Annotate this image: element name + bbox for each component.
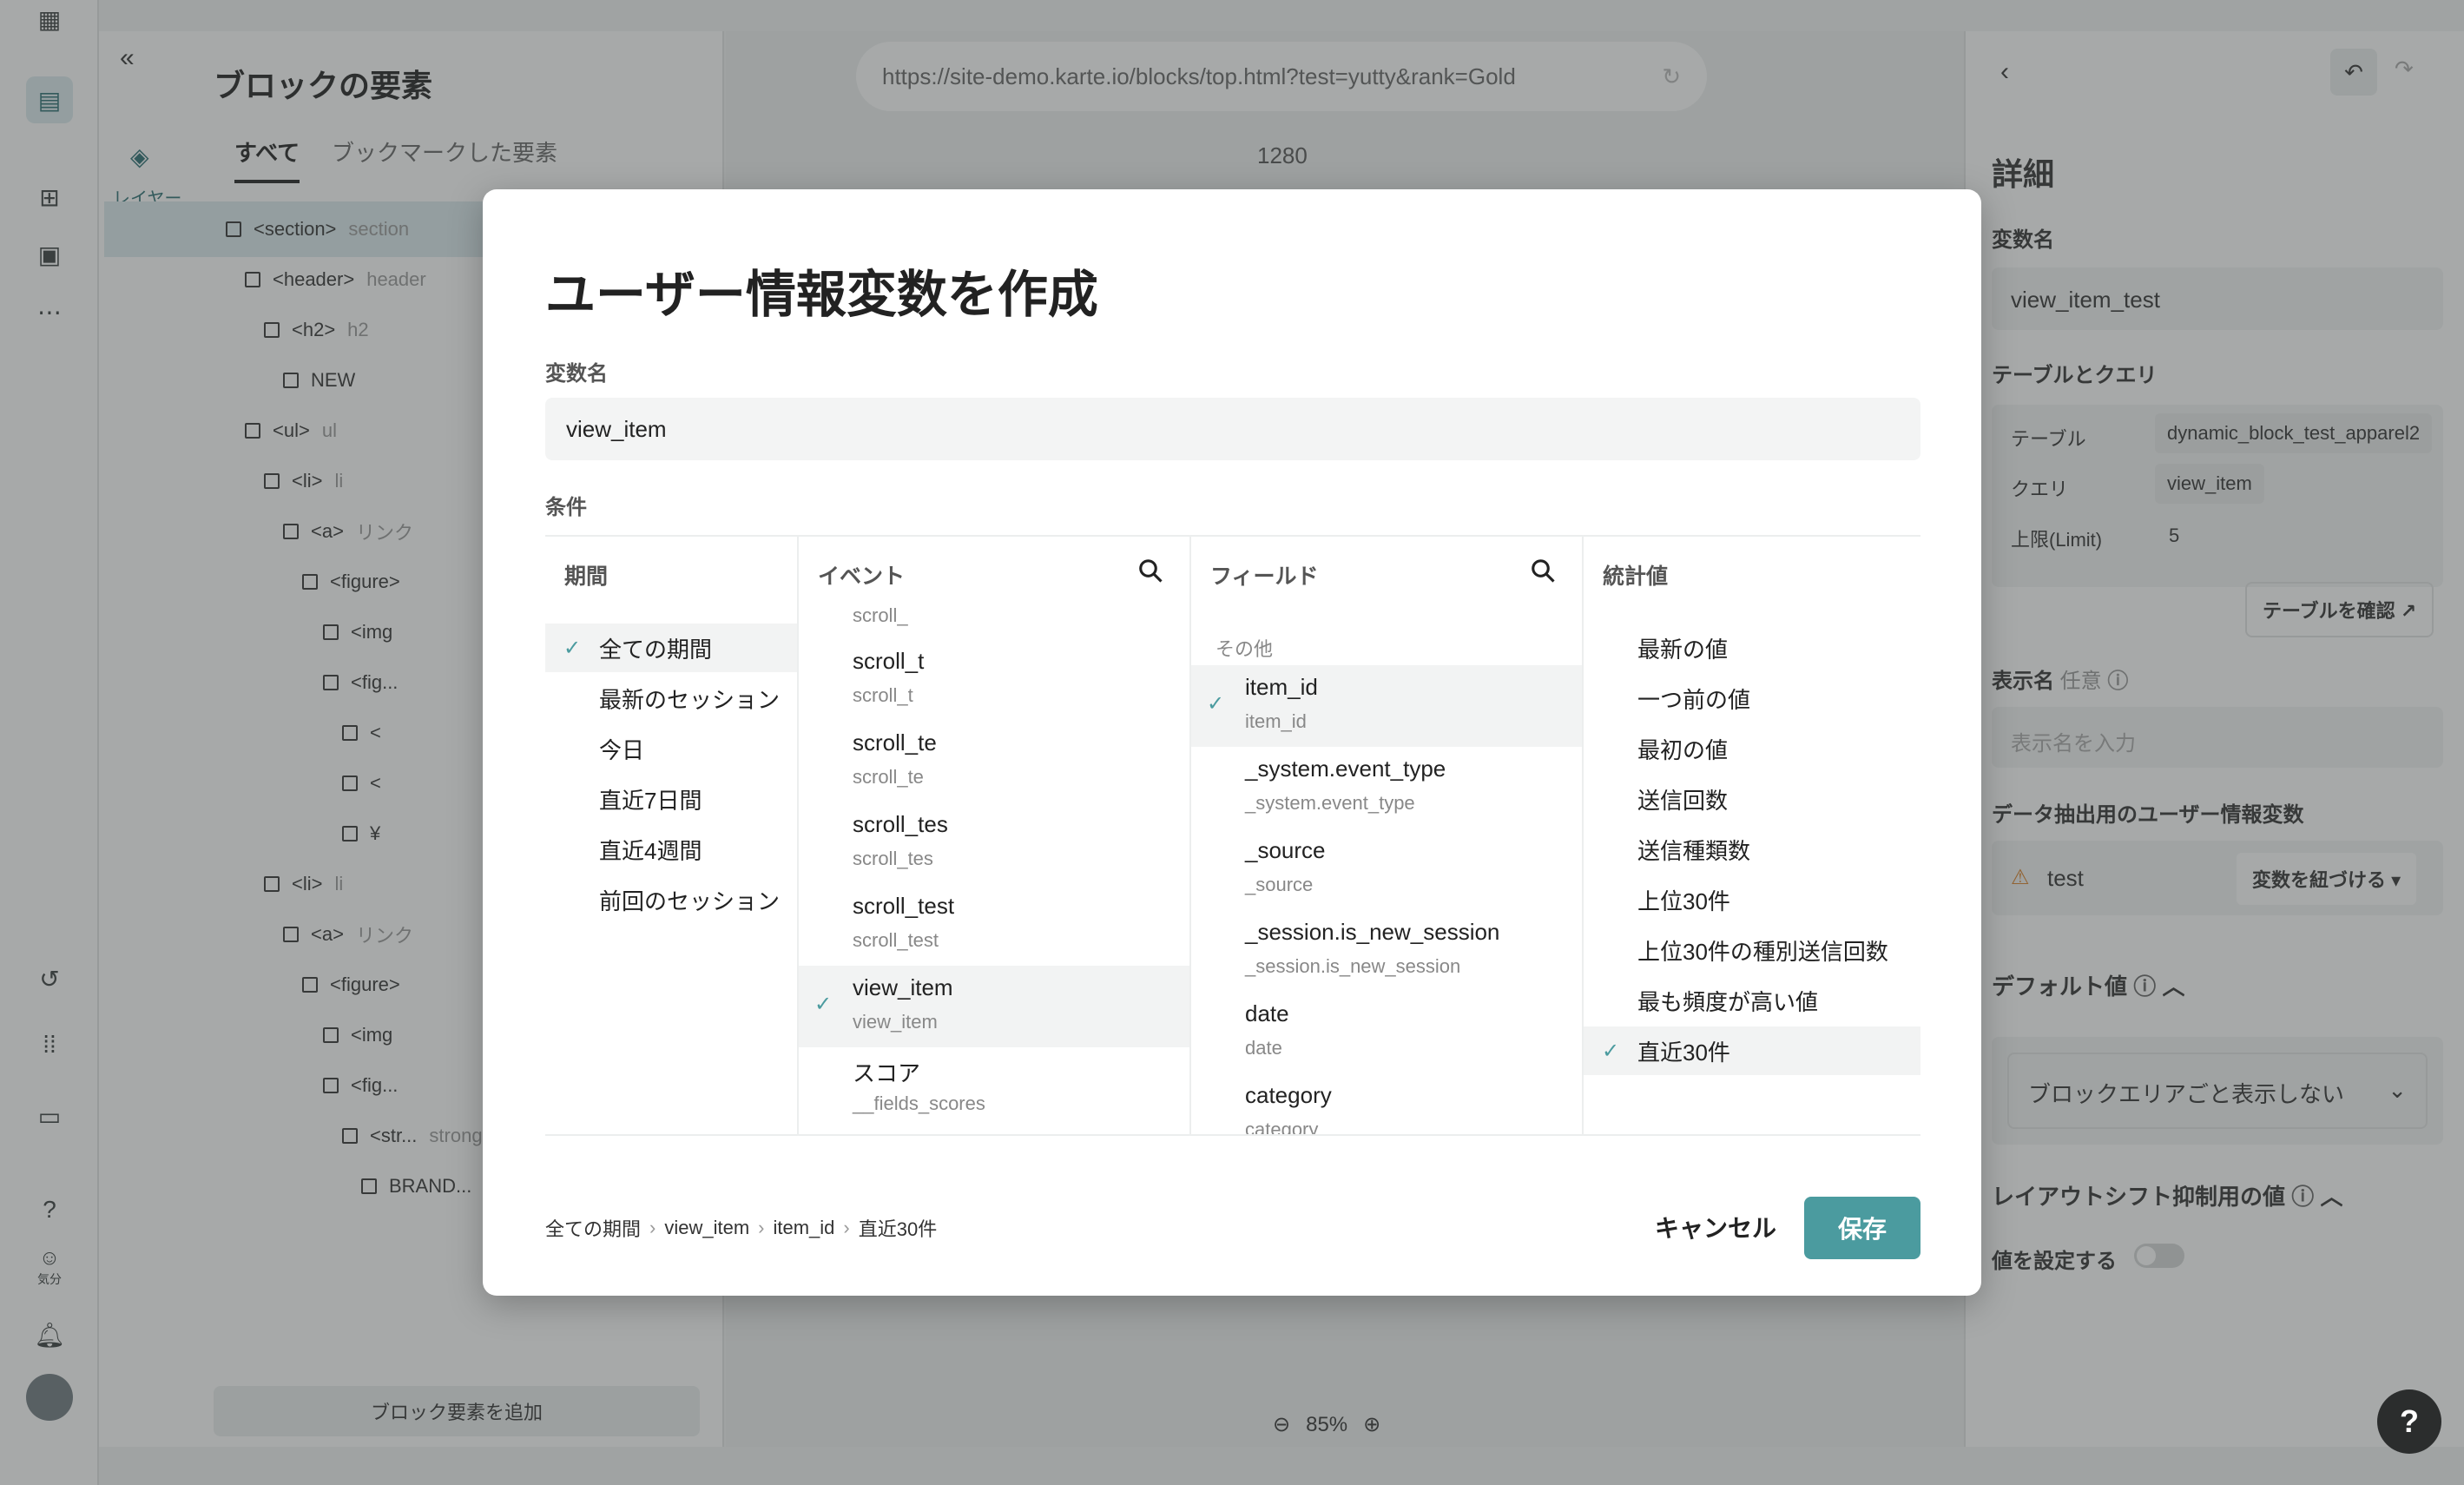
field-option[interactable]: _system.event_type _system.event_type [1191,747,1582,828]
event-option[interactable]: ✓ view_item view_item [799,966,1189,1047]
stat-option[interactable]: ✓ 直近30件 [1584,1026,1920,1075]
period-option-label: 全ての期間 [599,636,713,663]
stat-option-label: 送信種類数 [1637,837,1751,864]
event-option-name: scroll_tes [853,811,948,837]
var-name-input[interactable] [545,398,1920,460]
field-option-name: category [1245,1082,1332,1108]
condition-breadcrumb: 全ての期間 › view_item › item_id › 直近30件 [545,1214,937,1242]
field-column: フィールド その他 ✓ item_id item_id _system.event_ty… [1189,537,1582,1134]
field-option-name: _session.is_new_session [1245,919,1500,945]
event-option-name: scroll_test [853,893,955,919]
field-section-header: その他 [1216,638,1274,660]
modal-title: ユーザー情報変数を作成 [545,267,1098,323]
stat-header: 統計値 [1603,564,1669,589]
check-icon: ✓ [563,636,582,660]
event-option-name: scroll_t [853,648,925,674]
stat-option-label: 最も頻度が高い値 [1637,988,1819,1015]
period-option[interactable]: 前回のセッション [545,875,797,924]
stat-option[interactable]: 送信回数 [1584,775,1920,823]
conditions-label: 条件 [545,496,587,519]
stat-option[interactable]: 最新の値 [1584,624,1920,672]
field-option[interactable]: date date [1191,992,1582,1073]
field-option-name: item_id [1245,674,1318,700]
chevron-right-icon: › [758,1217,765,1238]
stat-option-label: 上位30件の種別送信回数 [1637,938,1888,965]
field-header: フィールド [1210,564,1319,589]
event-option-name: view_item [853,974,953,1000]
event-option-name: スコア [853,1060,921,1086]
field-option-key: _source [1245,874,1314,895]
event-option[interactable]: scroll_t scroll_t [799,639,1189,721]
field-option[interactable]: _session.is_new_session _session.is_new_s… [1191,910,1582,992]
field-option-name: date [1245,1000,1289,1026]
stat-option-label: 上位30件 [1637,888,1730,914]
stat-option[interactable]: 送信種類数 [1584,825,1920,874]
field-option[interactable]: ✓ item_id item_id [1191,665,1582,747]
field-option-name: _source [1245,837,1326,863]
event-option[interactable]: scroll_test scroll_test [799,884,1189,966]
event-partial-item: scroll_ [853,604,908,626]
event-option[interactable]: スコア __fields_scores [799,1047,1189,1129]
event-option-key: __fields_scores [853,1092,985,1114]
create-variable-modal: ユーザー情報変数を作成 変数名 条件 期間 ✓全ての期間最新のセッション今日直近… [483,189,1981,1296]
field-option-key: _session.is_new_session [1245,955,1461,977]
field-option-key: date [1245,1037,1282,1059]
event-column: イベント scroll_ scroll_t scroll_t scroll_te scr… [797,537,1189,1134]
stat-option[interactable]: 上位30件の種別送信回数 [1584,926,1920,974]
event-option-key: scroll_te [853,766,924,788]
check-icon: ✓ [1601,1039,1620,1063]
period-option[interactable]: 今日 [545,724,797,773]
event-header: イベント [818,564,906,589]
event-option[interactable]: scroll_te scroll_te [799,721,1189,802]
field-option[interactable]: category category [1191,1073,1582,1134]
period-option-label: 今日 [599,736,645,763]
stat-option-label: 最初の値 [1637,736,1729,763]
check-icon: ✓ [1207,692,1225,716]
field-option-key: item_id [1245,710,1307,732]
var-name-label: 変数名 [545,362,608,386]
stat-option[interactable]: 上位30件 [1584,875,1920,924]
chevron-right-icon: › [649,1217,656,1238]
stat-option-label: 直近30件 [1637,1039,1730,1066]
event-search-icon[interactable] [1137,558,1163,584]
stat-option-label: 一つ前の値 [1637,686,1751,713]
period-option-label: 前回のセッション [599,888,781,914]
event-option-name: scroll_te [853,729,937,756]
breadcrumb-item: view_item [664,1217,750,1238]
field-option-key: _system.event_type [1245,792,1415,814]
event-option-key: scroll_t [853,684,913,706]
event-option[interactable]: scroll_tes scroll_tes [799,802,1189,884]
save-button[interactable]: 保存 [1804,1197,1920,1259]
field-option-key: category [1245,1119,1319,1134]
stat-option[interactable]: 最も頻度が高い値 [1584,976,1920,1025]
period-column: 期間 ✓ 全ての期間最新のセッション 今日直近7日間直近4週間前回のセッション [545,537,797,1134]
stat-option[interactable]: 一つ前の値 [1584,674,1920,723]
field-search-icon[interactable] [1530,558,1556,584]
field-option[interactable]: _source _source [1191,828,1582,910]
conditions-columns: 期間 ✓ 全ての期間最新のセッション 今日直近7日間直近4週間前回のセッション イベ… [545,535,1920,1136]
field-option-name: _system.event_type [1245,756,1446,782]
check-icon: ✓ [814,993,833,1016]
period-option-label: 直近7日間 [599,787,702,814]
breadcrumb-item: item_id [773,1217,835,1238]
stat-option[interactable]: 最初の値 [1584,724,1920,773]
event-option-key: view_item [853,1011,938,1033]
help-button[interactable]: ? [2377,1389,2441,1454]
period-option-label: 直近4週間 [599,837,702,864]
period-header: 期間 [564,564,609,589]
period-option[interactable]: 直近7日間 [545,775,797,823]
cancel-button[interactable]: キャンセル [1646,1197,1785,1257]
period-option[interactable]: ✓ 全ての期間 [545,624,797,672]
event-option-key: scroll_tes [853,848,933,869]
breadcrumb-item: 直近30件 [858,1218,938,1240]
breadcrumb-item: 全ての期間 [545,1218,642,1240]
stat-option-label: 最新の値 [1637,636,1729,663]
event-option-key: scroll_test [853,929,939,951]
stat-option-label: 送信回数 [1637,787,1729,814]
chevron-right-icon: › [843,1217,850,1238]
period-option-label: 最新のセッション [599,686,781,713]
period-option[interactable]: 直近4週間 [545,825,797,874]
stat-column: 統計値 最新の値一つ前の値最初の値送信回数送信種類数上位30件上位30件の種別送… [1582,537,1920,1134]
period-option[interactable]: 最新のセッション [545,674,797,723]
